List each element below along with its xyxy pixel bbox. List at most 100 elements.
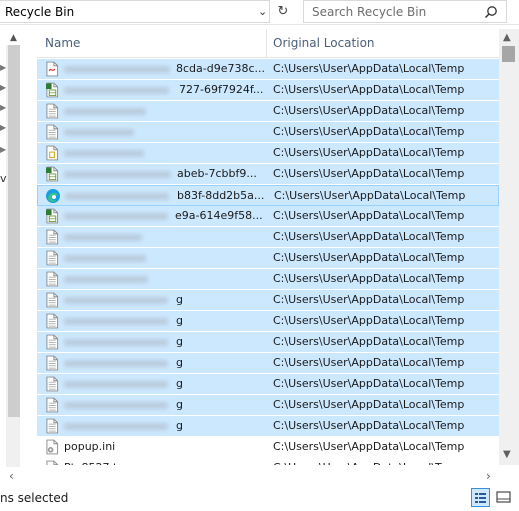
original-location: C:\Users\User\AppData\Local\Temp xyxy=(273,83,465,96)
original-location: C:\Users\User\AppData\Local\Temp xyxy=(273,377,465,390)
column-header: Name Original Location xyxy=(37,29,499,58)
text-file-icon xyxy=(46,313,59,329)
file-name: 727-69f7924f... xyxy=(179,83,264,96)
file-name: g xyxy=(176,293,183,306)
original-location: C:\Users\User\AppData\Local\Temp xyxy=(273,209,465,222)
search-placeholder: Search Recycle Bin xyxy=(312,5,427,19)
original-location: C:\Users\User\AppData\Local\Temp xyxy=(273,419,465,432)
text-file-icon xyxy=(46,229,59,245)
status-bar: ns selected xyxy=(0,487,519,511)
file-row[interactable]: C:\Users\User\AppData\Local\Temp xyxy=(37,269,499,290)
original-location: C:\Users\User\AppData\Local\Temp xyxy=(273,461,464,465)
text-file-icon xyxy=(46,418,59,434)
selection-status: ns selected xyxy=(0,491,69,505)
text-file-icon xyxy=(46,124,59,140)
original-location: C:\Users\User\AppData\Local\Temp xyxy=(273,314,465,327)
large-icons-view-button[interactable] xyxy=(494,488,513,507)
scroll-up-icon[interactable]: ▲ xyxy=(503,32,511,43)
file-row[interactable]: abeb-7cbbf9... C:\Users\User\AppData\Loca… xyxy=(37,164,499,185)
text-file-icon xyxy=(46,292,59,308)
expand-arrow-icon[interactable]: ▶ xyxy=(0,145,6,154)
redacted-name xyxy=(64,234,142,241)
file-row[interactable]: C:\Users\User\AppData\Local\Temp xyxy=(37,122,499,143)
file-row[interactable]: e9a-614e9f58... C:\Users\User\AppData\Loc… xyxy=(37,206,499,227)
redacted-name xyxy=(64,66,170,73)
column-name-header[interactable]: Name xyxy=(45,36,80,50)
address-path: Recycle Bin xyxy=(5,5,75,19)
search-input[interactable]: Search Recycle Bin xyxy=(303,0,507,23)
original-location: C:\Users\User\AppData\Local\Temp xyxy=(273,125,465,138)
text-file-icon xyxy=(46,460,59,465)
redacted-name xyxy=(64,108,146,115)
spreadsheet-file-icon xyxy=(46,82,59,98)
redacted-name xyxy=(64,276,148,283)
file-row[interactable]: g C:\Users\User\AppData\Local\Temp xyxy=(37,290,499,311)
expand-arrow-icon[interactable]: ▶ xyxy=(0,83,6,92)
original-location: C:\Users\User\AppData\Local\Temp xyxy=(273,293,465,306)
file-row[interactable]: C:\Users\User\AppData\Local\Temp xyxy=(37,227,499,248)
file-name: 8cda-d9e738c... xyxy=(176,62,266,75)
nav-scrollbar-thumb[interactable] xyxy=(8,45,20,417)
original-location: C:\Users\User\AppData\Local\Temp xyxy=(273,104,465,117)
file-row[interactable]: b83f-8dd2b5a... C:\Users\User\AppData\Loc… xyxy=(37,185,499,206)
file-row[interactable]: Pty8527.tmp C:\Users\User\AppData\Local\T… xyxy=(37,458,499,465)
text-file-icon xyxy=(46,334,59,350)
refresh-icon: ↻ xyxy=(277,4,289,19)
file-row[interactable]: g C:\Users\User\AppData\Local\Temp xyxy=(37,332,499,353)
address-bar[interactable]: Recycle Bin ⌄ xyxy=(0,0,270,23)
large-icons-view-icon xyxy=(496,491,511,503)
chevron-down-icon[interactable]: ⌄ xyxy=(258,5,267,18)
file-row[interactable]: g C:\Users\User\AppData\Local\Temp xyxy=(37,416,499,437)
file-name: g xyxy=(176,314,183,327)
original-location: C:\Users\User\AppData\Local\Temp xyxy=(273,230,465,243)
redacted-name xyxy=(64,339,168,346)
scrollbar-thumb[interactable] xyxy=(502,46,515,62)
spreadsheet-file-icon xyxy=(46,166,59,182)
file-name: Pty8527.tmp xyxy=(64,461,135,465)
file-name: g xyxy=(176,398,183,411)
redacted-name xyxy=(64,129,134,136)
file-list: 8cda-d9e738c... C:\Users\User\AppData\Loc… xyxy=(37,59,499,465)
redacted-name xyxy=(64,402,168,409)
file-row[interactable]: C:\Users\User\AppData\Local\Temp xyxy=(37,143,499,164)
original-location: C:\Users\User\AppData\Local\Temp xyxy=(273,356,465,369)
file-row[interactable]: g C:\Users\User\AppData\Local\Temp xyxy=(37,395,499,416)
text-file-icon xyxy=(46,103,59,119)
file-row[interactable]: g C:\Users\User\AppData\Local\Temp xyxy=(37,311,499,332)
expand-arrow-icon[interactable]: ▶ xyxy=(0,103,6,112)
text-file-icon xyxy=(46,355,59,371)
scroll-left-icon[interactable]: ‹ xyxy=(9,469,14,483)
file-row[interactable]: 8cda-d9e738c... C:\Users\User\AppData\Loc… xyxy=(37,59,499,80)
file-name: g xyxy=(176,356,183,369)
nav-scroll-up-icon[interactable]: ▲ xyxy=(10,33,17,43)
column-divider[interactable] xyxy=(266,29,267,57)
scroll-down-icon[interactable]: ▼ xyxy=(503,449,511,460)
file-row[interactable]: popup.ini C:\Users\User\AppData\Local\Tem… xyxy=(37,437,499,458)
vertical-scrollbar[interactable]: ▲ ▼ xyxy=(499,29,519,465)
file-row[interactable]: C:\Users\User\AppData\Local\Temp xyxy=(37,248,499,269)
column-location-header[interactable]: Original Location xyxy=(273,36,375,50)
file-name: b83f-8dd2b5a... xyxy=(177,189,265,202)
file-name: g xyxy=(176,335,183,348)
file-row[interactable]: C:\Users\User\AppData\Local\Temp xyxy=(37,101,499,122)
file-name: abeb-7cbbf9... xyxy=(177,167,257,180)
original-location: C:\Users\User\AppData\Local\Temp xyxy=(273,146,465,159)
refresh-button[interactable]: ↻ xyxy=(271,0,295,23)
file-name: g xyxy=(176,377,183,390)
original-location: C:\Users\User\AppData\Local\Temp xyxy=(274,189,466,202)
scroll-right-icon[interactable]: › xyxy=(486,469,491,483)
expand-arrow-icon[interactable]: ▶ xyxy=(0,123,6,132)
text-file-icon xyxy=(46,271,59,287)
file-row[interactable]: g C:\Users\User\AppData\Local\Temp xyxy=(37,353,499,374)
horizontal-scrollbar[interactable]: ‹ › xyxy=(0,468,519,485)
original-location: C:\Users\User\AppData\Local\Temp xyxy=(273,272,465,285)
expand-arrow-icon[interactable]: ▶ xyxy=(0,63,6,72)
settings-file-icon xyxy=(46,439,59,455)
file-row[interactable]: g C:\Users\User\AppData\Local\Temp xyxy=(37,374,499,395)
details-view-button[interactable] xyxy=(471,488,490,507)
redacted-name xyxy=(64,381,168,388)
original-location: C:\Users\User\AppData\Local\Temp xyxy=(273,62,465,75)
original-location: C:\Users\User\AppData\Local\Temp xyxy=(273,398,465,411)
edge-browser-icon xyxy=(45,188,60,204)
file-row[interactable]: 727-69f7924f... C:\Users\User\AppData\Loc… xyxy=(37,80,499,101)
